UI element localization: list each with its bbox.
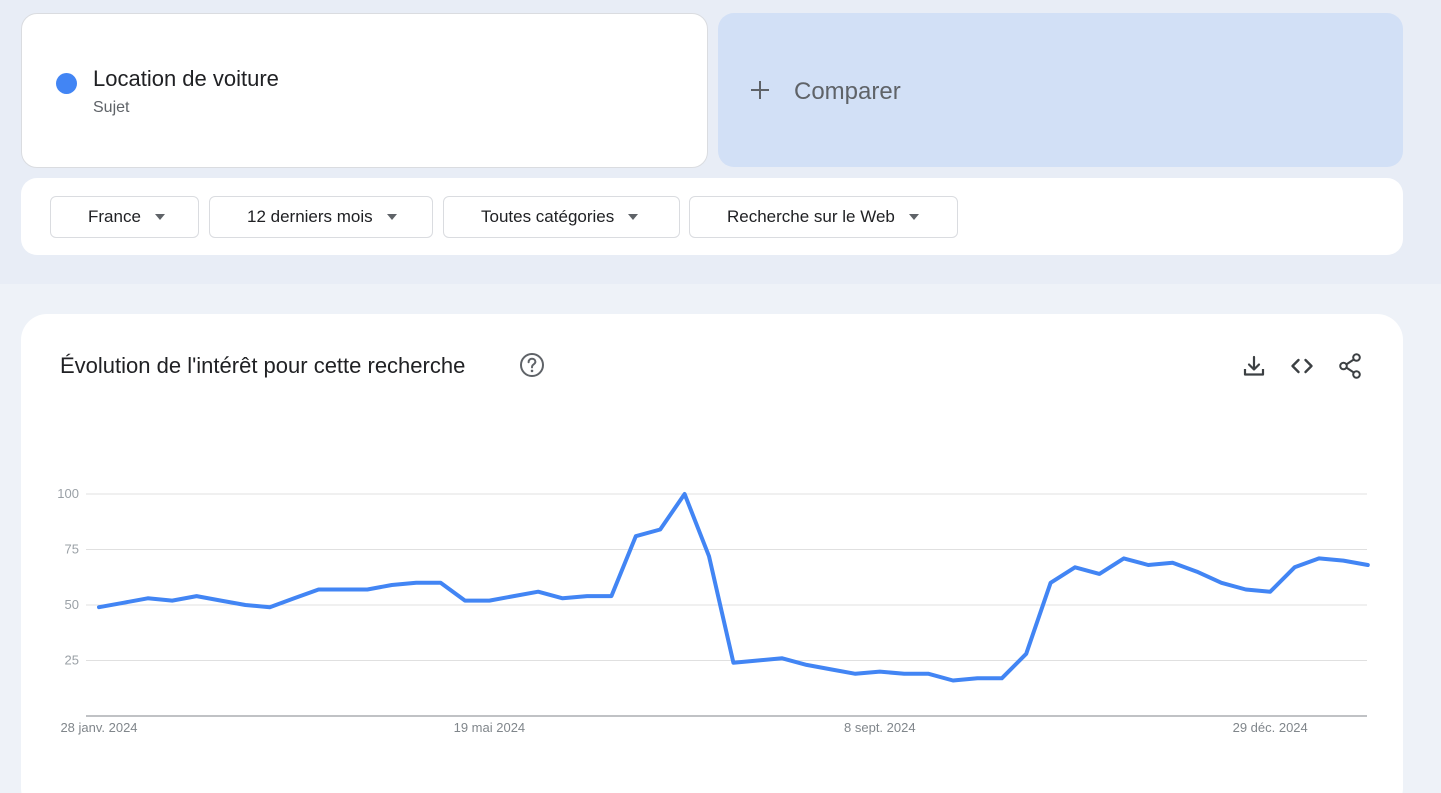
y-tick-label: 50 xyxy=(65,597,79,612)
interest-over-time-card: Évolution de l'intérêt pour cette recher… xyxy=(21,314,1403,793)
compare-button[interactable]: Comparer xyxy=(718,13,1403,167)
search-term-name[interactable]: Location de voiture xyxy=(93,66,279,92)
caret-down-icon xyxy=(154,214,165,220)
filter-region-label: France xyxy=(88,207,141,226)
filter-search-type[interactable]: Recherche sur le Web xyxy=(689,196,958,238)
filter-search-type-label: Recherche sur le Web xyxy=(727,207,895,226)
series-color-dot xyxy=(56,73,77,94)
x-tick-label: 28 janv. 2024 xyxy=(60,720,137,735)
caret-down-icon xyxy=(386,214,397,220)
y-tick-label: 100 xyxy=(57,486,79,501)
x-tick-label: 8 sept. 2024 xyxy=(844,720,916,735)
caret-down-icon xyxy=(908,214,919,220)
filter-bar: France 12 derniers mois Toutes catégorie… xyxy=(21,178,1403,255)
filter-category-label: Toutes catégories xyxy=(481,207,615,226)
caret-down-icon xyxy=(628,214,639,220)
filter-time-range[interactable]: 12 derniers mois xyxy=(209,196,433,238)
compare-label: Comparer xyxy=(794,78,901,105)
x-tick-label: 19 mai 2024 xyxy=(454,720,526,735)
plus-icon xyxy=(750,80,770,100)
filter-region[interactable]: France xyxy=(50,196,199,238)
search-term-card[interactable]: Location de voiture Sujet xyxy=(21,13,708,168)
line-chart[interactable]: 25 50 75 100 28 janv. 2024 19 mai 2024 8 sept.… xyxy=(21,314,1403,793)
search-term-type: Sujet xyxy=(93,99,130,116)
filter-category[interactable]: Toutes catégories xyxy=(443,196,680,238)
y-tick-label: 25 xyxy=(65,653,79,668)
y-tick-label: 75 xyxy=(65,542,79,557)
series-line[interactable] xyxy=(97,492,1370,683)
x-tick-label: 29 déc. 2024 xyxy=(1233,720,1308,735)
filter-time-range-label: 12 derniers mois xyxy=(247,207,373,226)
